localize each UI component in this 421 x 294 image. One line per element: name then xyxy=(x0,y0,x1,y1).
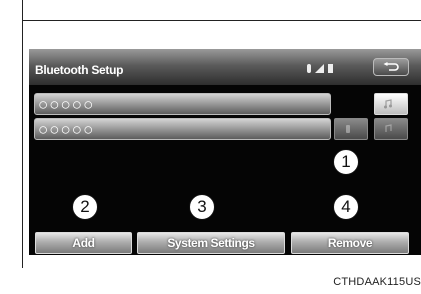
callout-4: 4 xyxy=(333,194,359,220)
back-button[interactable] xyxy=(373,58,409,76)
bluetooth-setup-screen: Bluetooth Setup ○○○○○ ○○○○○ Add System S… xyxy=(29,49,421,255)
audio-profile-button[interactable] xyxy=(374,118,408,140)
music-icon xyxy=(385,124,392,132)
page-frame-top xyxy=(22,0,421,21)
back-icon xyxy=(383,62,399,71)
music-profile-button[interactable] xyxy=(374,93,408,115)
device-row-1[interactable]: ○○○○○ xyxy=(34,93,331,115)
signal-icon xyxy=(315,64,324,73)
figure-caption: CTHDAAK115US xyxy=(333,276,421,288)
callout-2: 2 xyxy=(72,194,98,220)
callout-1: 1 xyxy=(333,149,359,175)
status-indicators xyxy=(307,61,333,73)
system-settings-button[interactable]: System Settings xyxy=(137,232,285,254)
callout-3: 3 xyxy=(189,194,215,220)
music-icon xyxy=(384,99,392,109)
page-frame-left xyxy=(22,21,23,268)
bluetooth-icon xyxy=(307,64,311,73)
battery-icon xyxy=(328,64,333,73)
device-name: ○○○○○ xyxy=(38,95,95,114)
remove-button[interactable]: Remove xyxy=(291,232,409,254)
add-button[interactable]: Add xyxy=(35,232,132,254)
device-row-2[interactable]: ○○○○○ xyxy=(34,118,331,140)
phone-icon xyxy=(346,125,350,133)
title-bar: Bluetooth Setup xyxy=(29,49,421,85)
device-name: ○○○○○ xyxy=(38,120,95,139)
phone-profile-button[interactable] xyxy=(334,118,368,140)
screen-title: Bluetooth Setup xyxy=(35,63,124,77)
